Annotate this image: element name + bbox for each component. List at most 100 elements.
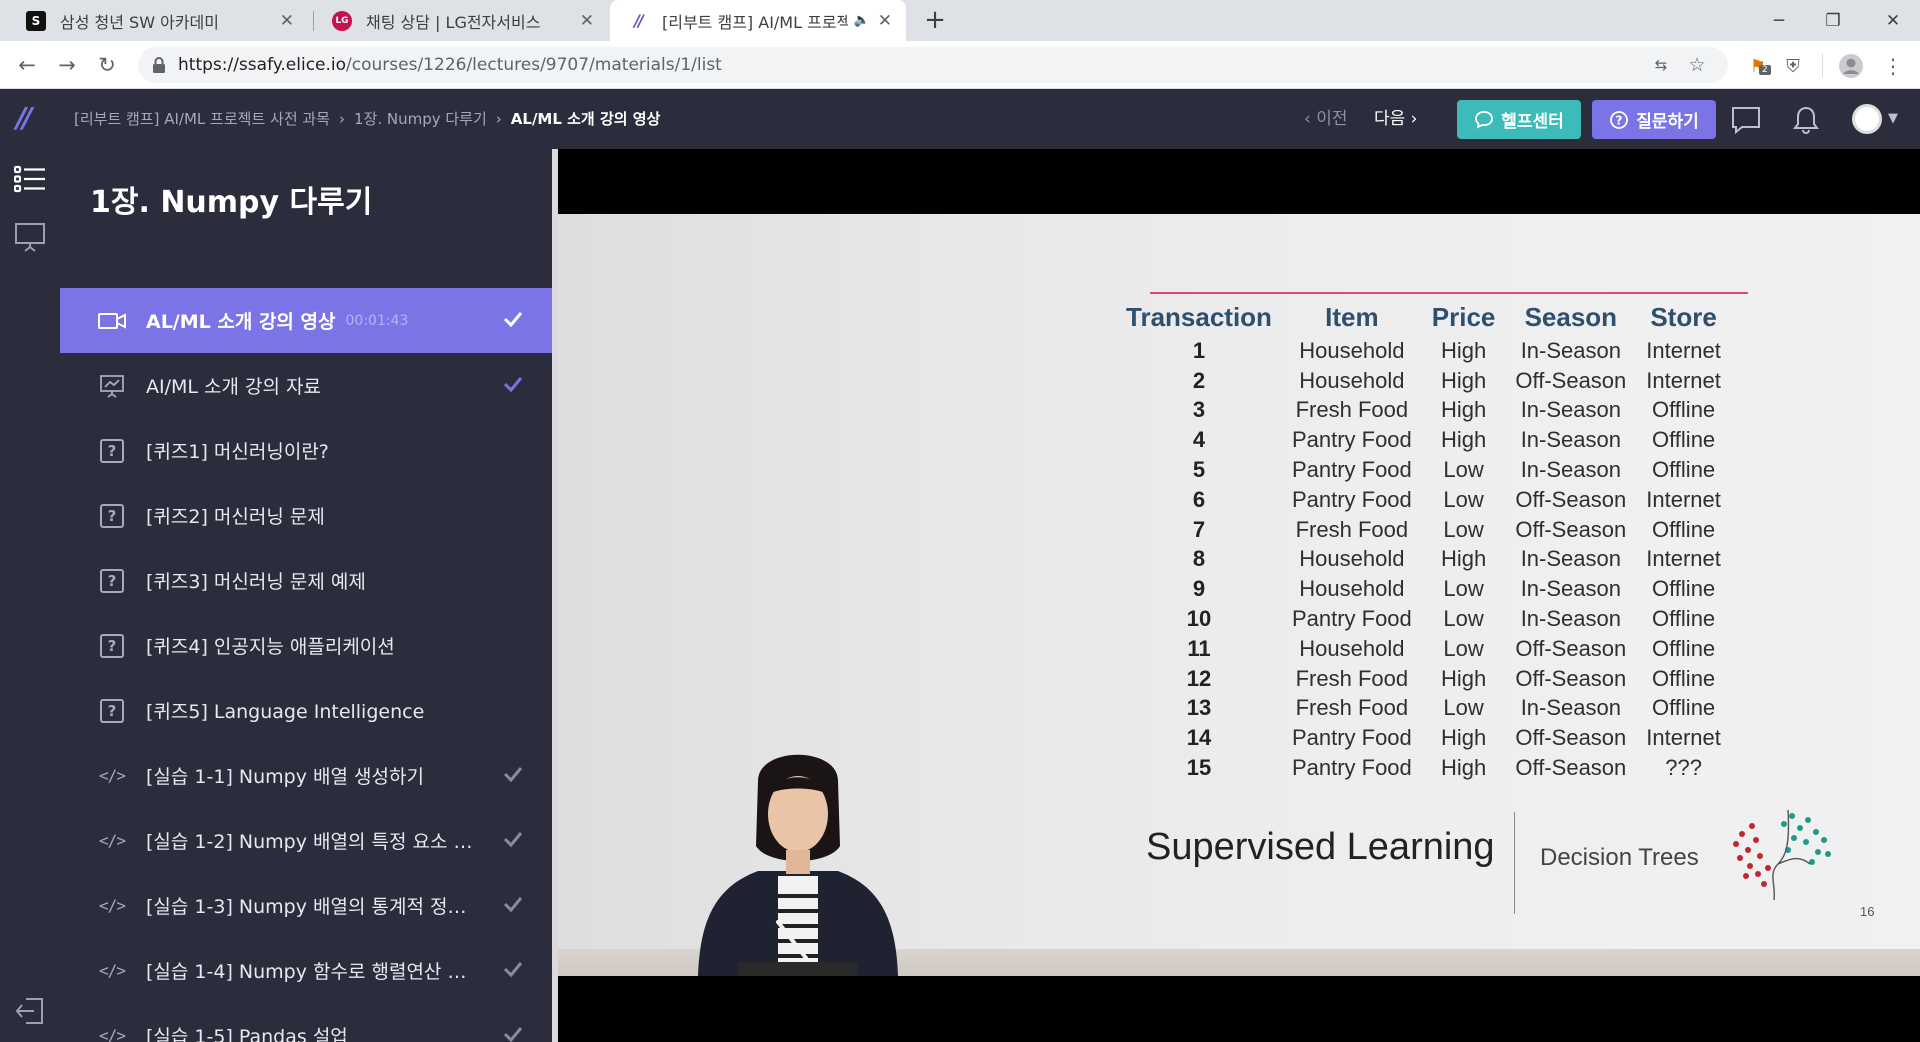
profile-avatar-icon[interactable] [1838, 53, 1864, 79]
table-cell: Offline [1651, 695, 1716, 721]
table-row: 12 Fresh Food High Off-Season Offline [1116, 664, 1731, 694]
table-cell: Off-Season [1515, 635, 1627, 661]
new-tab-button[interactable]: + [920, 5, 950, 35]
address-bar[interactable]: https://ssafy.elice.io/courses/1226/lect… [138, 47, 1728, 83]
prev-button[interactable]: ‹ 이전 [1304, 89, 1347, 149]
table-cell: In-Season [1520, 606, 1621, 632]
bookmark-star-icon[interactable]: ☆ [1686, 54, 1708, 76]
table-cell: Fresh Food [1295, 516, 1409, 542]
table-cell: Offline [1651, 427, 1716, 453]
app-header: // [리부트 캠프] AI/ML 프로젝트 사전 과목 › 1장. Numpy 다… [0, 89, 1920, 149]
table-cell: 6 [1192, 486, 1206, 512]
tab-title: 삼성 청년 SW 아카데미 [60, 12, 219, 32]
extension-icon[interactable]: ⚑ 2 [1745, 53, 1771, 79]
reload-icon[interactable]: ↻ [92, 50, 122, 80]
table-cell: Off-Season [1515, 755, 1627, 781]
close-tab-icon[interactable]: ✕ [580, 11, 594, 31]
notification-bell-icon[interactable] [1790, 105, 1822, 135]
lesson-list: AL/ML 소개 강의 영상 00:01:43 AI/ML 소개 강의 자료 ?… [60, 288, 552, 1042]
shield-icon[interactable]: ⛨ [1780, 53, 1806, 79]
table-cell: 7 [1192, 516, 1206, 542]
restore-icon[interactable]: ❐ [1806, 0, 1860, 41]
lesson-item-practice-1-4[interactable]: </> [실습 1-4] Numpy 함수로 행렬연산 … [60, 938, 552, 1003]
lesson-item-practice-1-3[interactable]: </> [실습 1-3] Numpy 배열의 통계적 정… [60, 873, 552, 938]
lesson-item-quiz-2[interactable]: ? [퀴즈2] 머신러닝 문제 [60, 483, 552, 548]
next-button[interactable]: 다음 › [1374, 89, 1417, 149]
close-tab-icon[interactable]: ✕ [280, 11, 294, 31]
forward-icon[interactable]: → [52, 50, 82, 80]
table-cell: 5 [1192, 457, 1206, 483]
checkmark-icon [503, 312, 523, 328]
table-cell: Off-Season [1515, 486, 1627, 512]
lesson-item-slides[interactable]: AI/ML 소개 강의 자료 [60, 353, 552, 418]
lg-favicon-icon: LG [332, 10, 352, 31]
toolbar-divider [1822, 53, 1823, 77]
code-icon: </> [99, 961, 126, 980]
lesson-item-quiz-1[interactable]: ? [퀴즈1] 머신러닝이란? [60, 418, 552, 483]
table-cell: High [1440, 725, 1487, 751]
url-text[interactable]: https://ssafy.elice.io/courses/1226/lect… [178, 47, 722, 83]
presentation-board-icon[interactable] [14, 221, 46, 253]
table-cell: In-Season [1520, 576, 1621, 602]
breadcrumb-chapter[interactable]: 1장. Numpy 다루기 [354, 110, 487, 128]
browser-tab-ssafy[interactable]: S 삼성 청년 SW 아카데미 ✕ [8, 0, 308, 41]
lesson-item-practice-1-2[interactable]: </> [실습 1-2] Numpy 배열의 특정 요소 … [60, 808, 552, 873]
list-icon[interactable] [14, 165, 46, 193]
lesson-label: [퀴즈4] 인공지능 애플리케이션 [146, 636, 395, 658]
lock-icon [153, 57, 165, 73]
exit-icon[interactable] [14, 995, 46, 1027]
table-body: 1 Household High In-Season Internet 2 Househol… [1116, 336, 1731, 783]
quiz-question-icon: ? [98, 698, 126, 723]
table-cell: 12 [1186, 665, 1212, 691]
table-row: 15 Pantry Food High Off-Season??? [1116, 753, 1731, 783]
table-cell: Household [1299, 367, 1405, 393]
message-icon[interactable] [1730, 105, 1762, 135]
user-avatar[interactable] [1852, 104, 1882, 134]
lesson-item-quiz-4[interactable]: ? [퀴즈4] 인공지능 애플리케이션 [60, 613, 552, 678]
presenter-figure-icon [698, 754, 898, 976]
table-cell: In-Season [1520, 546, 1621, 572]
close-tab-icon[interactable]: ✕ [878, 11, 892, 31]
translate-icon[interactable]: ⇆ [1650, 54, 1672, 76]
minimize-icon[interactable]: ─ [1752, 0, 1806, 41]
lesson-item-quiz-3[interactable]: ? [퀴즈3] 머신러닝 문제 예제 [60, 548, 552, 613]
table-cell: Off-Season [1515, 725, 1627, 751]
back-icon[interactable]: ← [12, 50, 42, 80]
svg-text:?: ? [1616, 113, 1623, 127]
checkmark-icon [503, 1027, 523, 1042]
lesson-item-video[interactable]: AL/ML 소개 강의 영상 00:01:43 [60, 288, 552, 353]
table-cell: Low [1443, 516, 1484, 542]
window-close-icon[interactable]: ✕ [1866, 0, 1920, 41]
quiz-question-icon: ? [98, 503, 126, 528]
ssafy-favicon-icon: S [26, 10, 46, 31]
table-cell: High [1440, 397, 1487, 423]
column-header: Season [1524, 301, 1618, 332]
speaker-icon[interactable]: 🔈 [854, 13, 870, 28]
elice-logo-icon[interactable]: // [16, 103, 46, 133]
browser-tab-elice[interactable]: // [리부트 캠프] AI/ML 프로젝 🔈 ✕ [610, 0, 906, 41]
browser-tab-lg[interactable]: LG 채팅 상담 | LG전자서비스 ✕ [314, 0, 608, 41]
lesson-item-quiz-5[interactable]: ? [퀴즈5] Language Intelligence [60, 678, 552, 743]
table-cell: Pantry Food [1291, 606, 1412, 632]
lesson-label: [실습 1-1] Numpy 배열 생성하기 [146, 766, 424, 788]
lesson-label: [퀴즈5] Language Intelligence [146, 701, 425, 723]
table-row: 9 Household Low In-Season Offline [1116, 574, 1731, 604]
table-cell: Low [1443, 635, 1484, 661]
prev-label: 이전 [1316, 109, 1348, 129]
lesson-item-practice-1-1[interactable]: </> [실습 1-1] Numpy 배열 생성하기 [60, 743, 552, 808]
table-cell: Pantry Food [1291, 755, 1412, 781]
lesson-item-practice-1-5[interactable]: </> [실습 1-5] Pandas 설업 [60, 1003, 552, 1042]
table-row: 5 Pantry Food Low In-Season Offline [1116, 455, 1731, 485]
table-row: 4 Pantry Food High In-Season Offline [1116, 425, 1731, 455]
chevron-down-icon[interactable]: ▼ [1888, 107, 1898, 131]
breadcrumb-course[interactable]: [리부트 캠프] AI/ML 프로젝트 사전 과목 [74, 110, 330, 128]
table-cell: Offline [1651, 576, 1716, 602]
question-circle-icon: ? [1610, 110, 1629, 129]
code-icon: </> [99, 831, 126, 850]
help-center-button[interactable]: 헬프센터 [1457, 100, 1581, 139]
video-player[interactable]: Transaction Item Price Season Store 1 Hou… [558, 149, 1920, 1042]
browser-menu-icon[interactable]: ⋮ [1880, 53, 1906, 79]
checkmark-icon [503, 767, 523, 783]
ask-question-button[interactable]: ? 질문하기 [1592, 100, 1716, 139]
table-cell: Low [1443, 576, 1484, 602]
